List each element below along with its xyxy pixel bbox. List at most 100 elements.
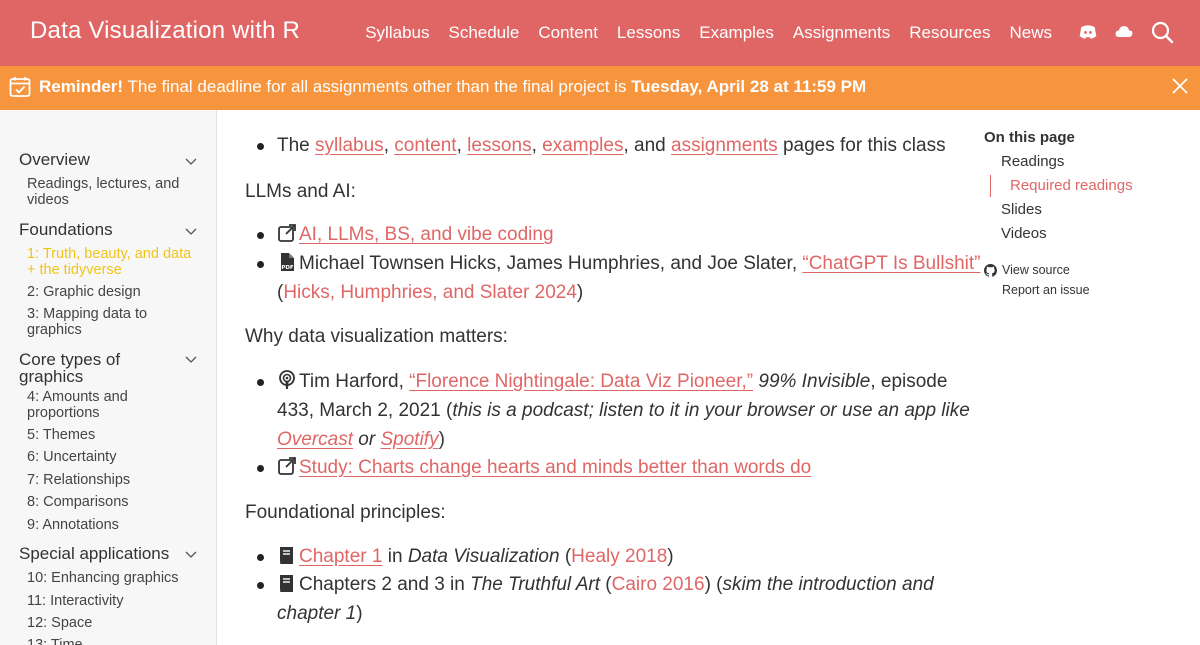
book-icon: [280, 547, 293, 564]
sidebar-item-lesson-6[interactable]: 6: Uncertainty: [27, 449, 197, 465]
study-charts-link[interactable]: Study: Charts change hearts and minds be…: [299, 457, 811, 478]
text: ,: [456, 135, 468, 156]
navbar: Data Visualization with R Syllabus Sched…: [0, 0, 1200, 66]
sidebar-item-lesson-7[interactable]: 7: Relationships: [27, 472, 197, 488]
sidebar-item-lesson-11[interactable]: 11: Interactivity: [27, 593, 197, 609]
bullet-dot: [257, 465, 264, 472]
external-link-icon: [278, 224, 296, 242]
text: pages for this class: [777, 135, 946, 156]
nav-content[interactable]: Content: [538, 23, 598, 43]
nav-news[interactable]: News: [1009, 23, 1052, 43]
overcast-link[interactable]: Overcast: [277, 429, 353, 450]
bullet-dot: [257, 379, 264, 386]
sidebar-section-foundations[interactable]: Foundations: [19, 221, 169, 238]
chatgpt-bullshit-link[interactable]: “ChatGPT Is Bullshit”: [802, 253, 980, 274]
sidebar-section-special[interactable]: Special applications: [19, 545, 179, 562]
list-item-continuation: chapter 1): [277, 602, 363, 626]
list-item: AI, LLMs, BS, and vibe coding: [277, 223, 554, 247]
cloud-icon[interactable]: [1114, 22, 1134, 42]
chevron-down-icon[interactable]: [184, 355, 198, 365]
subheading-llm: LLMs and AI:: [245, 181, 356, 202]
sidebar-item-lesson-1[interactable]: 1: Truth, beauty, and data + the tidyver…: [27, 246, 197, 278]
text: skim the introduction and: [722, 574, 934, 595]
nav-assignments[interactable]: Assignments: [793, 23, 890, 43]
discord-icon[interactable]: [1078, 22, 1098, 42]
bullet-dot: [257, 554, 264, 561]
citation-link[interactable]: Healy 2018: [571, 546, 667, 567]
citation-link[interactable]: Hicks, Humphries, and Slater 2024: [283, 282, 577, 303]
sidebar-item-lesson-2[interactable]: 2: Graphic design: [27, 284, 197, 300]
sidebar-item-lesson-12[interactable]: 12: Space: [27, 615, 197, 631]
list-item-continuation: Overcast or Spotify): [277, 428, 445, 452]
pdf-icon: PDF: [281, 253, 294, 271]
examples-link[interactable]: examples: [542, 135, 623, 156]
sidebar-item-lesson-5[interactable]: 5: Themes: [27, 427, 197, 443]
lessons-link[interactable]: lessons: [467, 135, 531, 156]
text: Michael Townsen Hicks, James Humphries, …: [299, 253, 803, 274]
nav-lessons[interactable]: Lessons: [617, 23, 680, 43]
sidebar-item-lesson-9[interactable]: 9: Annotations: [27, 517, 197, 533]
sidebar-item-readings[interactable]: Readings, lectures, and videos: [27, 176, 197, 208]
florence-nightingale-link[interactable]: “Florence Nightingale: Data Viz Pioneer,…: [409, 371, 753, 392]
text: in: [382, 546, 408, 567]
nav-examples[interactable]: Examples: [699, 23, 774, 43]
text: ): [438, 429, 445, 450]
nav-syllabus[interactable]: Syllabus: [365, 23, 429, 43]
nav-resources[interactable]: Resources: [909, 23, 990, 43]
banner-body: The final deadline for all assignments o…: [123, 77, 632, 96]
list-item-continuation: (Hicks, Humphries, and Slater 2024): [277, 281, 583, 305]
github-icon: [984, 264, 997, 277]
toc-title: On this page: [984, 129, 1075, 146]
sidebar-item-lesson-13[interactable]: 13: Time: [27, 637, 197, 645]
list-item-continuation: 433, March 2, 2021 (this is a podcast; l…: [277, 399, 970, 423]
report-issue-link[interactable]: Report an issue: [1002, 283, 1090, 297]
content-link[interactable]: content: [394, 135, 456, 156]
toc-item-required-readings[interactable]: Required readings: [1010, 177, 1133, 194]
assignments-link[interactable]: assignments: [671, 135, 778, 156]
sidebar-section-overview[interactable]: Overview: [19, 151, 169, 168]
chevron-down-icon[interactable]: [184, 157, 198, 167]
text: ) (: [704, 574, 723, 595]
bullet-dot: [257, 143, 264, 150]
chapter-1-link[interactable]: Chapter 1: [299, 546, 382, 567]
close-icon[interactable]: [1170, 76, 1190, 96]
toc-item-slides[interactable]: Slides: [1001, 201, 1042, 218]
text: or: [353, 429, 381, 450]
announcement-banner: Reminder! The final deadline for all ass…: [0, 66, 1200, 110]
list-item: Chapter 1 in Data Visualization (Healy 2…: [277, 545, 674, 569]
bullet-dot: [257, 261, 264, 268]
text: ): [356, 603, 363, 624]
citation-link[interactable]: Cairo 2016: [612, 574, 705, 595]
chevron-down-icon[interactable]: [184, 227, 198, 237]
text: chapter 1: [277, 603, 357, 624]
nav-schedule[interactable]: Schedule: [448, 23, 519, 43]
list-item: Chapters 2 and 3 in The Truthful Art (Ca…: [277, 573, 934, 597]
spotify-link[interactable]: Spotify: [380, 429, 438, 450]
sidebar-item-lesson-4[interactable]: 4: Amounts and proportions: [27, 389, 197, 421]
toc-active-indicator: [990, 175, 991, 197]
chevron-down-icon[interactable]: [184, 550, 198, 560]
nav-icons: [1078, 20, 1174, 44]
list-item: Tim Harford, “Florence Nightingale: Data…: [277, 370, 947, 394]
view-source-link[interactable]: View source: [1002, 263, 1070, 277]
list-item: The syllabus, content, lessons, examples…: [277, 134, 946, 158]
sidebar-item-lesson-8[interactable]: 8: Comparisons: [27, 494, 197, 510]
text: this is a podcast; listen to it in your …: [452, 400, 970, 421]
ai-llms-link[interactable]: AI, LLMs, BS, and vibe coding: [299, 224, 554, 245]
text: ): [667, 546, 674, 567]
text: (: [559, 546, 572, 567]
list-item: PDF Michael Townsen Hicks, James Humphrie…: [277, 252, 980, 276]
sidebar-section-core-types[interactable]: Core types of graphics: [19, 351, 169, 385]
sidebar: Overview Readings, lectures, and videos …: [0, 110, 217, 645]
toc-item-videos[interactable]: Videos: [1001, 225, 1047, 242]
sidebar-item-lesson-10[interactable]: 10: Enhancing graphics: [27, 570, 197, 586]
search-icon[interactable]: [1150, 20, 1174, 44]
toc-item-readings[interactable]: Readings: [1001, 153, 1064, 170]
syllabus-link[interactable]: syllabus: [315, 135, 384, 156]
subheading-why: Why data visualization matters:: [245, 326, 508, 347]
svg-text:PDF: PDF: [281, 265, 294, 271]
text: The Truthful Art: [470, 574, 600, 595]
site-title[interactable]: Data Visualization with R: [30, 17, 300, 45]
text: 99% Invisible: [753, 371, 871, 392]
sidebar-item-lesson-3[interactable]: 3: Mapping data to graphics: [27, 306, 197, 338]
